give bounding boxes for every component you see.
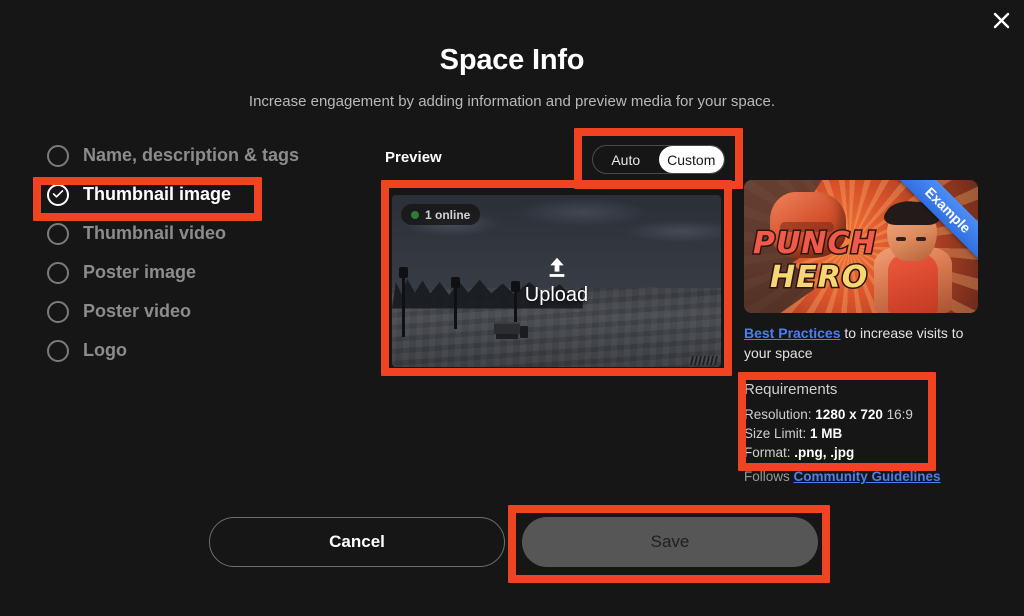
sidebar-item-thumbnail-video[interactable]: Thumbnail video <box>47 214 357 253</box>
thumbnail-preview[interactable]: 1 online Upload <box>392 195 721 367</box>
toggle-option-auto[interactable]: Auto <box>593 146 659 173</box>
checkmark-icon <box>52 189 64 198</box>
page-title: Space Info <box>439 44 585 76</box>
radio-unchecked-icon <box>47 222 69 245</box>
auto-custom-toggle[interactable]: Auto Custom <box>592 145 725 174</box>
upload-arrow-icon <box>549 257 564 277</box>
sidebar-item-name-description-tags[interactable]: Name, description & tags <box>47 136 357 175</box>
section-list: Name, description & tags Thumbnail image… <box>47 136 357 370</box>
format-label: Format: <box>744 445 795 460</box>
space-info-modal: Space Info Increase engagement by adding… <box>0 0 1024 616</box>
sidebar-item-label: Name, description & tags <box>83 145 300 165</box>
requirements-section: Requirements Resolution: 1280 x 720 16:9… <box>744 381 976 462</box>
radio-unchecked-icon <box>47 300 69 323</box>
sidebar-item-logo[interactable]: Logo <box>47 331 357 370</box>
follows-prefix: Follows <box>744 469 794 484</box>
sidebar-item-poster-video[interactable]: Poster video <box>47 292 357 331</box>
upload-dropzone[interactable]: Upload <box>392 195 721 367</box>
radio-unchecked-icon <box>47 261 69 284</box>
close-icon-glyph <box>993 12 1009 28</box>
hero-eye <box>895 237 906 241</box>
toggle-option-custom[interactable]: Custom <box>658 146 724 173</box>
resolution-value: 1280 x 720 <box>815 407 883 422</box>
upload-label: Upload <box>524 284 589 306</box>
example-game-title-line2: HERO <box>768 259 869 297</box>
cancel-button[interactable]: Cancel <box>209 517 505 567</box>
best-practices-link[interactable]: Best Practices <box>744 325 841 341</box>
close-icon[interactable] <box>978 0 1024 40</box>
radio-unchecked-icon <box>47 339 69 362</box>
requirement-resolution: Resolution: 1280 x 720 16:9 <box>744 405 976 424</box>
example-thumbnail-card: PUNCH HERO Example <box>744 180 978 313</box>
hero-tanktop <box>887 253 938 313</box>
save-button[interactable]: Save <box>522 517 818 567</box>
sidebar-item-label: Thumbnail video <box>83 223 227 243</box>
resolution-ratio: 16:9 <box>882 407 913 422</box>
sidebar-item-thumbnail-image[interactable]: Thumbnail image <box>47 175 357 214</box>
requirement-size-limit: Size Limit: 1 MB <box>744 424 976 443</box>
resolution-label: Resolution: <box>744 407 816 422</box>
radio-unchecked-icon <box>47 144 69 167</box>
radio-checked-icon <box>47 183 69 206</box>
format-value: .png, .jpg <box>794 445 855 460</box>
requirement-format: Format: .png, .jpg <box>744 443 976 462</box>
size-label: Size Limit: <box>744 426 811 441</box>
hero-eye <box>915 237 926 241</box>
community-guidelines-link[interactable]: Community Guidelines <box>794 469 941 484</box>
example-game-title-line1: PUNCH <box>752 225 878 263</box>
sidebar-item-label: Poster video <box>83 301 192 321</box>
sidebar-item-label: Logo <box>83 340 127 360</box>
preview-label: Preview <box>385 149 442 166</box>
sidebar-item-poster-image[interactable]: Poster image <box>47 253 357 292</box>
sidebar-item-label: Poster image <box>83 262 197 282</box>
best-practices-text: Best Practices to increase visits to you… <box>744 323 976 363</box>
follows-guidelines-text: Follows Community Guidelines <box>744 469 941 484</box>
requirements-heading: Requirements <box>744 381 838 398</box>
page-subtitle: Increase engagement by adding informatio… <box>248 93 776 110</box>
sidebar-item-label: Thumbnail image <box>83 184 232 204</box>
size-value: 1 MB <box>810 426 843 441</box>
